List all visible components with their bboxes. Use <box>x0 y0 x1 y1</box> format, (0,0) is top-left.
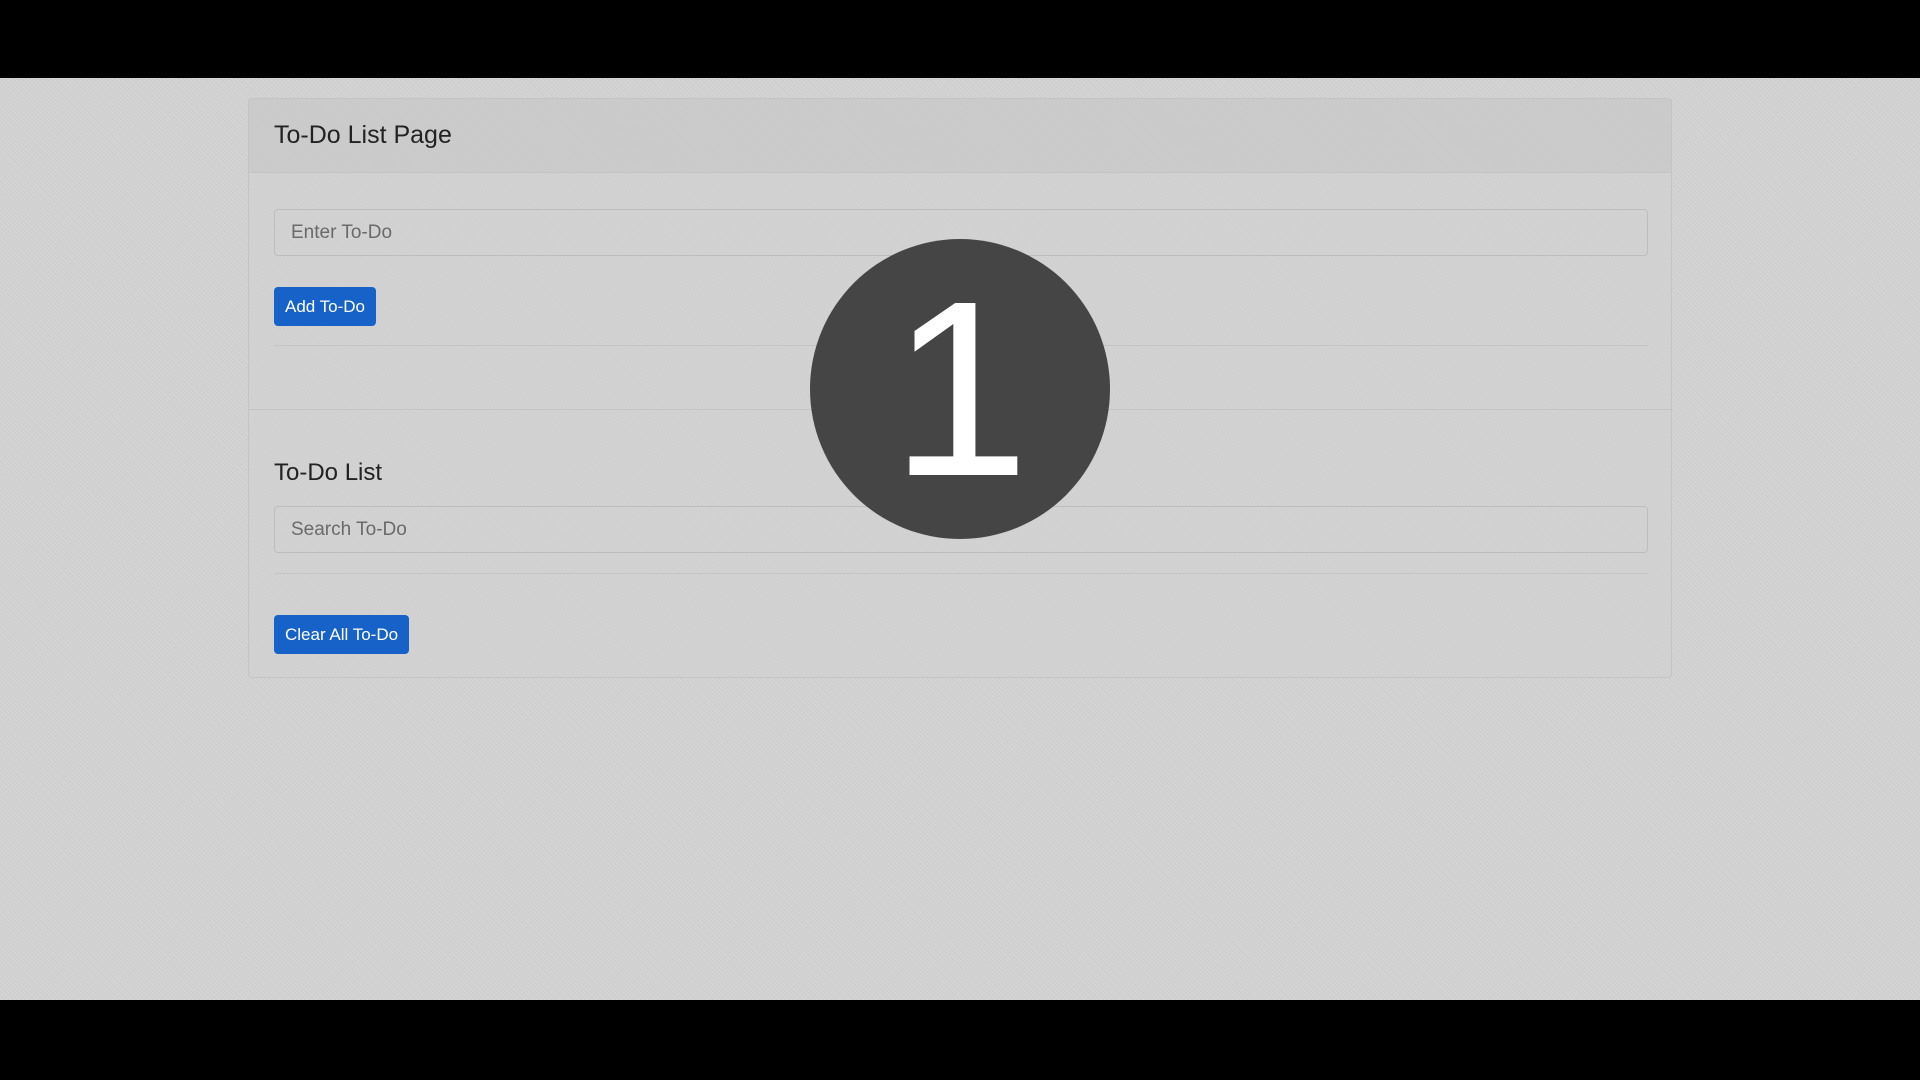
clear-all-button[interactable]: Clear All To-Do <box>274 615 410 654</box>
list-divider <box>274 573 1648 574</box>
step-number-badge: 1 <box>810 239 1110 539</box>
browser-viewport: To-Do List Page Add To-Do To-Do List Cle… <box>0 78 1920 1000</box>
todo-list-title: To-Do List <box>274 459 383 486</box>
letterbox-top <box>0 0 1920 78</box>
letterbox-bottom <box>0 1000 1920 1080</box>
add-todo-button[interactable]: Add To-Do <box>274 287 377 326</box>
card-header: To-Do List Page <box>249 99 1671 173</box>
page-title: To-Do List Page <box>274 121 452 149</box>
